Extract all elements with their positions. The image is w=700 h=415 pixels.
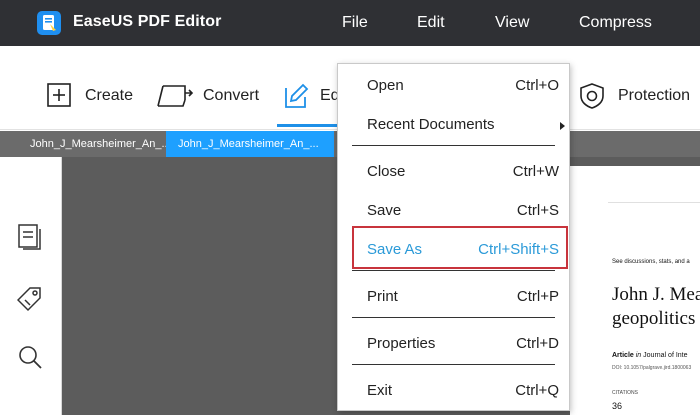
menu-item-save-as[interactable]: Save As Ctrl+Shift+S	[338, 234, 569, 264]
article-in: in	[635, 352, 642, 359]
menu-item-save[interactable]: Save Ctrl+S	[338, 195, 569, 225]
doi-text: DOI: 10.1057/palgrave.jird.1800063	[612, 365, 692, 371]
citations-label: CITATIONS	[612, 390, 638, 396]
article-info: Article in Journal of Inte	[612, 352, 688, 359]
title-bar: EaseUS PDF Editor File Edit View Compres…	[0, 0, 700, 46]
convert-document-icon	[155, 82, 195, 115]
menu-item-label: Open	[367, 77, 404, 94]
citations-value: 36	[612, 401, 623, 411]
menu-item-label: Properties	[367, 335, 436, 352]
menu-item-label: Print	[367, 288, 398, 305]
menu-item-shortcut: Ctrl+D	[516, 335, 559, 352]
menu-item-shortcut: Ctrl+S	[516, 202, 559, 219]
left-sidebar	[0, 157, 62, 415]
create-label: Create	[85, 87, 134, 104]
protection-label: Protection	[618, 87, 691, 104]
menu-item-label: Recent Documents	[367, 116, 495, 133]
menu-item-open[interactable]: Open Ctrl+O	[338, 70, 569, 100]
app-name: EaseUS PDF Editor	[73, 13, 222, 30]
menu-item-shortcut: Ctrl+O	[515, 77, 559, 94]
menu-separator	[352, 145, 555, 146]
menu-item-recent-documents[interactable]: Recent Documents	[338, 109, 569, 139]
pages-icon[interactable]	[17, 223, 43, 256]
convert-label: Convert	[203, 87, 260, 104]
page-title-line-1: John J. Mea	[612, 284, 700, 305]
menu-item-label: Exit	[367, 382, 393, 399]
tag-icon[interactable]	[16, 285, 43, 318]
submenu-arrow-icon	[560, 122, 565, 130]
pencil-edit-icon	[282, 82, 310, 115]
tab-document-1[interactable]: John_J_Mearsheimer_An_...	[0, 131, 168, 157]
file-menu: Open Ctrl+O Recent Documents Close Ctrl+…	[337, 63, 570, 411]
menu-compress[interactable]: Compress	[579, 14, 652, 32]
menu-item-label: Save As	[367, 241, 423, 258]
easeus-pdf-logo-icon	[37, 11, 61, 35]
shield-icon	[578, 82, 606, 115]
search-icon[interactable]	[17, 344, 43, 377]
journal-name: Journal of Inte	[643, 352, 688, 359]
menu-item-shortcut: Ctrl+W	[512, 163, 559, 180]
menu-item-label: Close	[367, 163, 406, 180]
article-label: Article	[612, 352, 634, 359]
menu-item-exit[interactable]: Exit Ctrl+Q	[338, 375, 569, 405]
menu-item-print[interactable]: Print Ctrl+P	[338, 281, 569, 311]
menu-edit[interactable]: Edit	[417, 14, 445, 32]
plus-square-icon	[46, 82, 72, 113]
menu-item-properties[interactable]: Properties Ctrl+D	[338, 328, 569, 358]
active-tool-indicator	[277, 124, 337, 127]
menu-separator	[352, 270, 555, 271]
tab-document-2[interactable]: John_J_Mearsheimer_An_...	[166, 131, 334, 157]
page-rule	[608, 202, 700, 203]
menu-item-shortcut: Ctrl+P	[516, 288, 559, 305]
menu-item-close[interactable]: Close Ctrl+W	[338, 156, 569, 186]
menu-view[interactable]: View	[495, 14, 529, 32]
menu-separator	[352, 317, 555, 318]
page-title-line-2: geopolitics	[612, 308, 696, 329]
menu-item-shortcut: Ctrl+Shift+S	[478, 241, 559, 258]
menu-item-shortcut: Ctrl+Q	[515, 382, 559, 399]
menu-file[interactable]: File	[342, 14, 368, 32]
menu-item-label: Save	[367, 202, 402, 219]
page-header-text: See discussions, stats, and a	[612, 259, 690, 265]
menu-separator	[352, 364, 555, 365]
